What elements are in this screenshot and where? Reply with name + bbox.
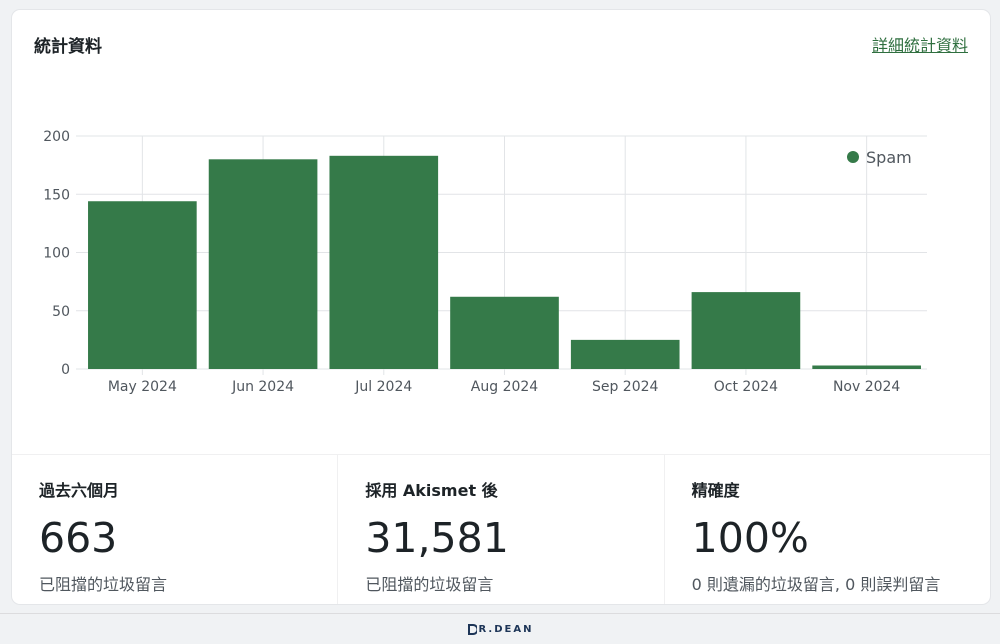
stat-label: 過去六個月 [39, 481, 120, 500]
stat-description: 已阻擋的垃圾留言 [365, 575, 494, 594]
y-axis-ticks: 0 50 100 150 200 [43, 129, 70, 378]
x-tick-label: Oct 2024 [714, 379, 778, 395]
bar [208, 159, 318, 369]
x-tick-label: Jun 2024 [231, 379, 294, 395]
y-tick-label: 150 [43, 187, 70, 203]
stat-value: 100% [691, 514, 809, 562]
stat-label: 採用 Akismet 後 [365, 481, 498, 500]
x-tick-label: Nov 2024 [833, 379, 900, 395]
footer-logo: R.DEAN [467, 623, 534, 635]
x-tick-label: Sep 2024 [592, 379, 659, 395]
x-tick-label: Aug 2024 [471, 379, 539, 395]
bar [812, 365, 921, 369]
y-tick-label: 0 [61, 362, 70, 378]
stat-accuracy: 精確度 100% 0 則遺漏的垃圾留言, 0 則誤判留言 [663, 455, 990, 604]
bar [570, 339, 680, 369]
x-axis-ticks: May 2024 Jun 2024 Jul 2024 Aug 2024 Sep 2024… [108, 379, 901, 395]
dr-dean-logo-icon [467, 624, 477, 635]
y-tick-label: 200 [43, 129, 70, 145]
stats-row: 過去六個月 663 已阻擋的垃圾留言 採用 Akismet 後 31,581 已… [12, 454, 990, 604]
stat-since-akismet: 採用 Akismet 後 31,581 已阻擋的垃圾留言 [337, 455, 663, 604]
stat-value: 663 [39, 514, 118, 562]
footer-logo-text: R.DEAN [478, 623, 534, 635]
stat-description: 0 則遺漏的垃圾留言, 0 則誤判留言 [691, 575, 941, 594]
stat-label: 精確度 [691, 481, 740, 500]
stats-card: 統計資料 詳細統計資料 0 50 100 150 200 May 2024 Jun 202… [12, 10, 990, 604]
y-tick-label: 50 [52, 304, 70, 320]
y-tick-label: 100 [43, 246, 70, 262]
bar [88, 201, 197, 369]
legend-label: Spam [866, 148, 912, 167]
bar [450, 296, 559, 369]
x-tick-label: Jul 2024 [354, 379, 412, 395]
stat-description: 已阻擋的垃圾留言 [39, 575, 168, 594]
bar [329, 155, 439, 369]
legend-marker [847, 151, 859, 163]
spam-bar-chart: 0 50 100 150 200 May 2024 Jun 2024 Jul 2024 Aug… [43, 129, 927, 395]
chart-legend: Spam [847, 148, 912, 167]
footer: R.DEAN [0, 613, 1000, 644]
stat-last-six-months: 過去六個月 663 已阻擋的垃圾留言 [12, 455, 337, 604]
bar [691, 292, 801, 369]
x-tick-label: May 2024 [108, 379, 177, 395]
stat-value: 31,581 [365, 514, 509, 562]
